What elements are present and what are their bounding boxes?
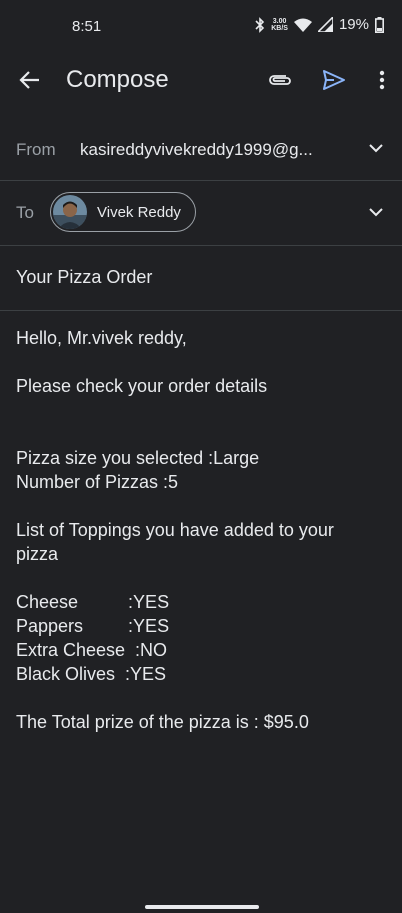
from-expand-button[interactable]: [366, 138, 386, 158]
to-expand-button[interactable]: [366, 202, 386, 222]
from-label: From: [16, 140, 56, 159]
body-intro: Please check your order details: [16, 376, 268, 396]
arrow-back-icon: [19, 71, 39, 89]
from-row[interactable]: From kasireddyvivekreddy1999@g...: [0, 118, 402, 181]
attach-button[interactable]: [264, 64, 296, 96]
from-email[interactable]: kasireddyvivekreddy1999@g...: [80, 140, 335, 160]
body-toppings-heading-cont: pizza: [16, 544, 59, 564]
subject-text[interactable]: Your Pizza Order: [16, 267, 152, 288]
topping-cheese: Cheese :YES: [16, 592, 170, 612]
send-button[interactable]: [318, 64, 350, 96]
body-toppings-heading: List of Toppings you have added to your: [16, 520, 334, 540]
recipient-name: Vivek Reddy: [97, 203, 181, 221]
body-count-line: Number of Pizzas :5: [16, 472, 179, 492]
cell-signal-icon: [317, 17, 333, 32]
chevron-down-icon: [369, 143, 383, 152]
body-total: The Total prize of the pizza is : $95.0: [16, 712, 309, 732]
to-row[interactable]: To Vivek Reddy: [0, 181, 402, 246]
battery-percent: 19%: [338, 16, 369, 33]
message-body[interactable]: Hello, Mr.vivek reddy, Please check your…: [16, 326, 391, 734]
topping-pappers: Pappers :YES: [16, 616, 170, 636]
recipient-chip[interactable]: Vivek Reddy: [50, 192, 196, 232]
battery-icon: [375, 16, 384, 33]
avatar: [53, 195, 87, 229]
topping-black-olives: Black Olives :YES: [16, 664, 167, 684]
body-greeting: Hello, Mr.vivek reddy,: [16, 328, 187, 348]
back-button[interactable]: [14, 64, 46, 96]
body-size-line: Pizza size you selected :Large: [16, 448, 260, 468]
send-icon: [323, 70, 345, 90]
to-label: To: [16, 203, 34, 222]
status-icons: 3.00 KB/S 19%: [255, 16, 384, 33]
bluetooth-icon: [255, 16, 265, 33]
more-options-button[interactable]: [368, 64, 396, 96]
paperclip-icon: [269, 75, 291, 85]
status-time: 8:51: [72, 18, 102, 35]
app-bar: Compose: [0, 52, 402, 108]
more-vert-icon: [379, 70, 385, 90]
topping-extra-cheese: Extra Cheese :NO: [16, 640, 168, 660]
gesture-bar[interactable]: [145, 905, 259, 909]
subject-field[interactable]: Your Pizza Order: [0, 246, 402, 311]
status-bar: 8:51 3.00 KB/S 19%: [0, 0, 402, 52]
network-speed: 3.00 KB/S: [271, 17, 288, 32]
wifi-icon: [293, 18, 312, 32]
page-title: Compose: [66, 66, 169, 93]
chevron-down-icon: [369, 207, 383, 216]
